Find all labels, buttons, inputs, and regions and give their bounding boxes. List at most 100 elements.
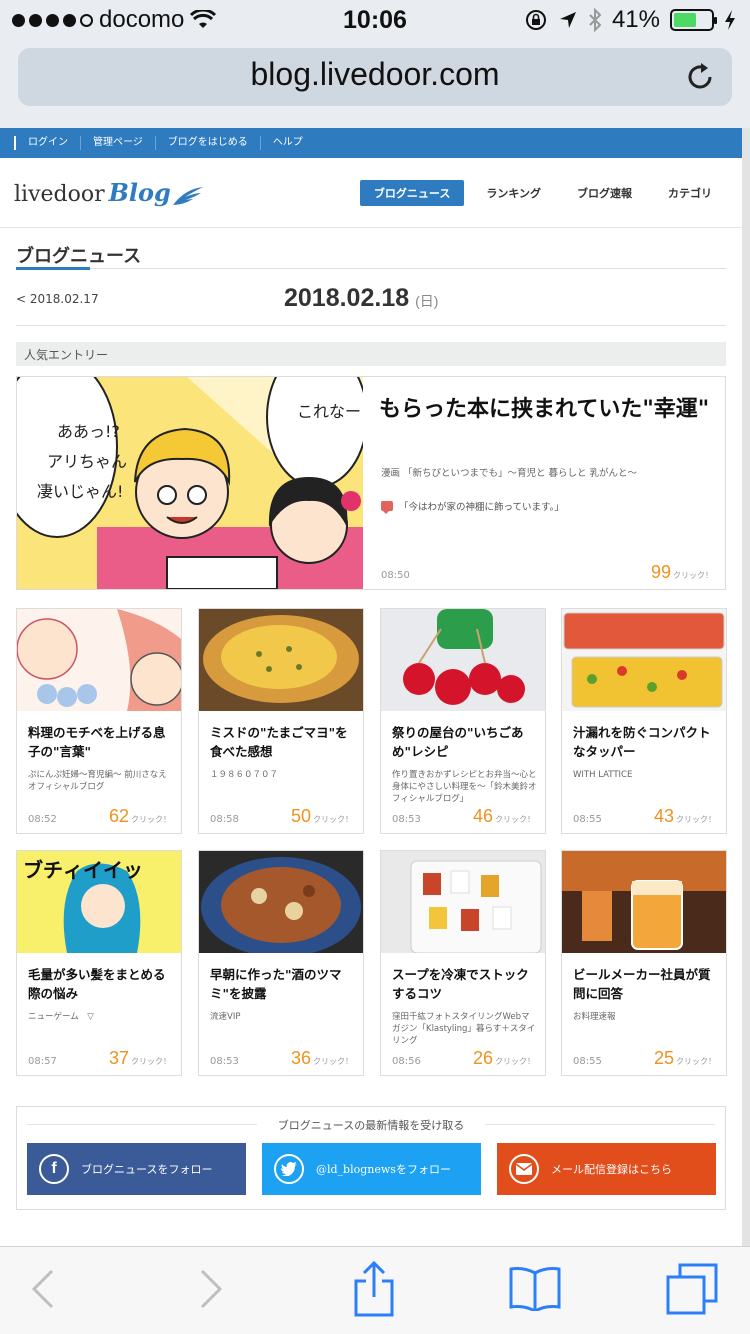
featured-time: 08:50 — [381, 570, 410, 581]
nav-blog-flash[interactable]: ブログ速報 — [563, 180, 646, 206]
entry-clicks: 37 クリック！ — [109, 1048, 171, 1069]
current-date-value: 2018.02.18 — [284, 284, 410, 312]
entry-source[interactable]: ぷにんぷ妊婦～育児編～ 前川さなえオフィシャルブログ — [28, 769, 174, 793]
address-area: blog.livedoor.com — [0, 42, 750, 128]
start-blog-link[interactable]: ブログをはじめる — [154, 136, 260, 150]
entry-title[interactable]: 毛量が多い髪をまとめる際の悩み — [28, 965, 174, 1003]
bookmarks-icon[interactable] — [508, 1265, 562, 1311]
entry-title[interactable]: スープを冷凍でストックするコツ — [392, 965, 538, 1003]
entry-source[interactable]: 流速VIP — [210, 1011, 356, 1023]
entry-card[interactable]: 祭りの屋台の"いちごあめ"レシピ 作り置きおかずレシピとお弁当～心と身体にやさし… — [380, 608, 546, 834]
featured-entry[interactable]: ああっ!? アリちゃん 凄いじゃん! これなーに? もらった本に挟まれていた"幸… — [16, 376, 726, 590]
entry-title[interactable]: 料理のモチベを上げる息子の"言葉" — [28, 723, 174, 761]
top-nav: ログイン 管理ページ ブログをはじめる ヘルプ — [0, 128, 742, 158]
entry-card[interactable]: ビールメーカー社員が質問に回答 お料理速報 08:55 25 クリック！ — [561, 850, 727, 1076]
entry-title[interactable]: 汁漏れを防ぐコンパクトなタッパー — [573, 723, 719, 761]
battery-icon — [670, 9, 717, 31]
entry-card[interactable]: 早朝に作った"酒のツマミ"を披露 流速VIP 08:53 36 クリック！ — [198, 850, 364, 1076]
admin-page-link[interactable]: 管理ページ — [80, 136, 155, 150]
reload-icon[interactable] — [684, 61, 716, 93]
share-icon[interactable] — [352, 1261, 396, 1317]
entry-click-count: 50 — [290, 806, 311, 826]
prev-date-link[interactable]: < 2018.02.17 — [16, 292, 99, 306]
nav-blog-news[interactable]: ブログニュース — [359, 180, 465, 206]
entry-thumbnail[interactable] — [381, 609, 545, 711]
bluetooth-icon — [589, 8, 602, 32]
logo-blog: Blog — [108, 178, 171, 207]
current-date: 2018.02.18 (日) — [284, 284, 438, 313]
entry-thumbnail[interactable] — [17, 609, 181, 711]
featured-comment-text: 「今はわが家の神棚に飾っています。」 — [399, 502, 564, 513]
twitter-icon — [274, 1154, 304, 1184]
entry-click-count: 25 — [653, 1048, 674, 1068]
tabs-icon[interactable] — [666, 1263, 720, 1317]
svg-text:凄いじゃん!: 凄いじゃん! — [37, 482, 123, 501]
entry-title[interactable]: ビールメーカー社員が質問に回答 — [573, 965, 719, 1003]
entry-thumbnail[interactable]: ブチィイイッ — [17, 851, 181, 953]
entry-thumbnail[interactable] — [562, 851, 726, 953]
nav-category[interactable]: カテゴリ — [654, 180, 726, 206]
logo-livedoor: livedoor — [14, 182, 105, 207]
page-title: ブログニュース — [16, 246, 142, 267]
entry-clicks: 26 クリック！ — [473, 1048, 535, 1069]
entry-source[interactable]: WITH LATTICE — [573, 769, 719, 781]
entry-click-count: 43 — [653, 806, 674, 826]
entry-clicks: 50 クリック！ — [291, 806, 353, 827]
url-text[interactable]: blog.livedoor.com — [18, 56, 732, 93]
forward-icon[interactable] — [196, 1267, 226, 1311]
follow-heading: ブログニュースの最新情報を受け取る — [17, 1117, 725, 1133]
address-bar[interactable]: blog.livedoor.com — [18, 48, 732, 106]
location-icon — [559, 12, 576, 28]
comment-icon — [381, 501, 393, 514]
entry-thumbnail[interactable] — [381, 851, 545, 953]
web-page: ログイン 管理ページ ブログをはじめる ヘルプ livedoor Blog ブロ… — [0, 128, 742, 1246]
entry-thumbnail[interactable] — [562, 609, 726, 711]
mail-icon — [509, 1154, 539, 1184]
entry-card[interactable]: 料理のモチベを上げる息子の"言葉" ぷにんぷ妊婦～育児編～ 前川さなえオフィシャ… — [16, 608, 182, 834]
entry-click-count: 37 — [108, 1048, 129, 1068]
featured-clicks: 99 クリック！ — [651, 562, 713, 583]
twitter-follow-label: @ld_blognewsをフォロー — [316, 1163, 451, 1176]
entry-source[interactable]: お料理速報 — [573, 1011, 719, 1023]
entry-source[interactable]: 作り置きおかずレシピとお弁当～心と身体にやさしい料理を～「鈴木美鈴オフィシャルブ… — [392, 769, 538, 805]
entry-source[interactable]: １９８６０７０７ — [210, 769, 356, 781]
facebook-icon: f — [39, 1154, 69, 1184]
page-scrollbar[interactable] — [742, 128, 750, 1246]
entry-clicks: 43 クリック！ — [654, 806, 716, 827]
featured-image[interactable]: ああっ!? アリちゃん 凄いじゃん! これなーに? — [17, 377, 363, 589]
entry-time: 08:57 — [28, 1056, 57, 1067]
nav-ranking[interactable]: ランキング — [472, 180, 555, 206]
entry-thumbnail[interactable] — [199, 851, 363, 953]
facebook-follow-button[interactable]: f ブログニュースをフォロー — [27, 1143, 246, 1195]
entry-time: 08:55 — [573, 1056, 602, 1067]
help-link[interactable]: ヘルプ — [259, 136, 315, 150]
entry-card[interactable]: ブチィイイッ 毛量が多い髪をまとめる際の悩み ニューゲーム ▽ 08:57 37… — [16, 850, 182, 1076]
wing-icon — [172, 187, 203, 205]
login-link[interactable]: ログイン — [14, 136, 80, 150]
battery-percent: 41% — [611, 6, 660, 33]
svg-text:ブチィイイッ: ブチィイイッ — [23, 858, 143, 882]
twitter-follow-button[interactable]: @ld_blognewsをフォロー — [262, 1143, 481, 1195]
entry-card[interactable]: ミスドの"たまごマヨ"を食べた感想 １９８６０７０７ 08:58 50 クリック！ — [198, 608, 364, 834]
featured-title[interactable]: もらった本に挟まれていた"幸運" — [379, 393, 714, 427]
site-header: livedoor Blog ブログニュース ランキング ブログ速報 カテゴリ — [0, 158, 742, 228]
click-label: クリック！ — [313, 815, 353, 824]
entry-thumbnail[interactable] — [199, 609, 363, 711]
click-label: クリック！ — [676, 1057, 716, 1066]
featured-click-count: 99 — [650, 562, 671, 582]
svg-text:ああっ!?: ああっ!? — [57, 422, 120, 441]
entry-title[interactable]: 早朝に作った"酒のツマミ"を披露 — [210, 965, 356, 1003]
entry-source[interactable]: ニューゲーム ▽ — [28, 1011, 174, 1023]
entry-card[interactable]: スープを冷凍でストックするコツ 窪田千紘フォトスタイリングWebマガジン「Kla… — [380, 850, 546, 1076]
entry-click-count: 46 — [472, 806, 493, 826]
entry-card[interactable]: 汁漏れを防ぐコンパクトなタッパー WITH LATTICE 08:55 43 クリ… — [561, 608, 727, 834]
entry-time: 08:53 — [210, 1056, 239, 1067]
entry-title[interactable]: ミスドの"たまごマヨ"を食べた感想 — [210, 723, 356, 761]
mail-subscribe-button[interactable]: メール配信登録はこちら — [497, 1143, 716, 1195]
livedoor-blog-logo[interactable]: livedoor Blog — [14, 178, 205, 207]
featured-source[interactable]: 漫画 「新ちびといつまでも」～育児と 暮らしと 乳がんと～ — [381, 465, 711, 479]
entry-click-count: 62 — [108, 806, 129, 826]
entry-title[interactable]: 祭りの屋台の"いちごあめ"レシピ — [392, 723, 538, 761]
back-icon[interactable] — [28, 1267, 58, 1311]
entry-source[interactable]: 窪田千紘フォトスタイリングWebマガジン「Klastyling」暮らす＋スタイリ… — [392, 1011, 538, 1047]
